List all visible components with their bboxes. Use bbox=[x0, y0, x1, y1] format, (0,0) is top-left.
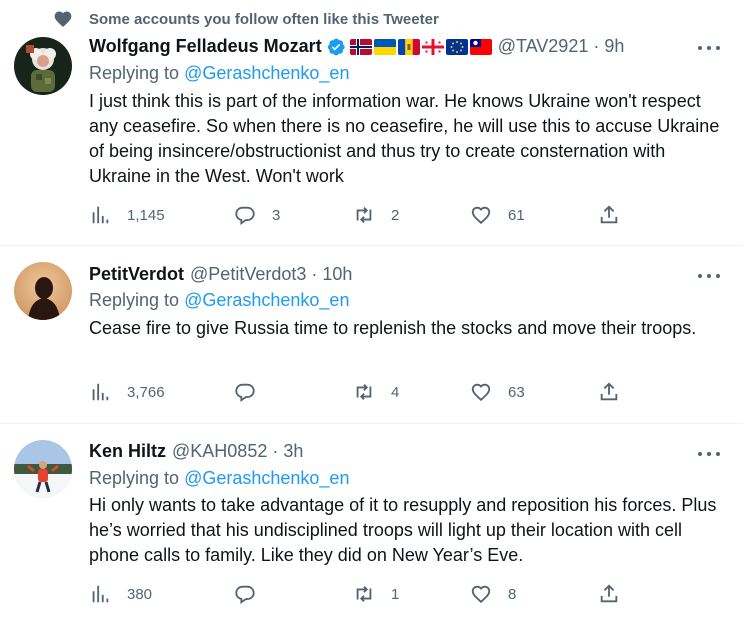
views-button[interactable]: 1,145 bbox=[89, 204, 165, 226]
share-button[interactable] bbox=[598, 381, 620, 403]
like-button[interactable]: 61 bbox=[470, 204, 525, 226]
retweet-icon bbox=[356, 384, 372, 400]
user-handle[interactable]: @PetitVerdot3 bbox=[190, 264, 306, 285]
avatar-image bbox=[14, 262, 72, 320]
like-count: 8 bbox=[508, 585, 517, 603]
tweet-text: I just think this is part of the informa… bbox=[89, 91, 720, 186]
like-button[interactable]: 8 bbox=[470, 583, 516, 605]
avatar[interactable] bbox=[14, 440, 72, 498]
share-button[interactable] bbox=[598, 583, 620, 605]
timestamp[interactable]: 9h bbox=[604, 36, 624, 57]
avatar-image bbox=[14, 440, 72, 498]
timestamp[interactable]: 10h bbox=[322, 264, 352, 285]
replying-to-label: Replying to bbox=[89, 468, 180, 488]
tweet-text: Cease fire to give Russia time to replen… bbox=[89, 318, 697, 338]
flag-eu-icon bbox=[445, 38, 468, 55]
tweet-header: Wolfgang Felladeus Mozart @TAV2921 · 9h bbox=[89, 36, 624, 57]
replying-to-link[interactable]: @Gerashchenko_en bbox=[184, 63, 349, 83]
share-icon bbox=[600, 205, 618, 224]
like-icon bbox=[471, 585, 491, 604]
reply-icon bbox=[235, 585, 255, 605]
flag-ukraine-icon bbox=[373, 38, 396, 55]
display-name[interactable]: PetitVerdot bbox=[89, 264, 184, 285]
verified-icon[interactable] bbox=[326, 37, 346, 57]
reply-button[interactable]: 3 bbox=[234, 204, 280, 226]
separator-dot: · bbox=[593, 36, 600, 56]
heart-icon bbox=[54, 11, 72, 27]
replying-to: Replying to @Gerashchenko_en bbox=[89, 468, 349, 489]
separator-dot: · bbox=[311, 264, 318, 284]
like-button[interactable]: 63 bbox=[470, 381, 525, 403]
action-bar: 3,766 4 63 bbox=[89, 381, 629, 407]
retweet-button[interactable]: 1 bbox=[353, 583, 399, 605]
retweet-icon bbox=[356, 207, 372, 223]
tweet-2[interactable]: PetitVerdot @PetitVerdot3 · 10h Replying… bbox=[0, 246, 743, 424]
share-button[interactable] bbox=[598, 204, 620, 226]
avatar[interactable] bbox=[14, 262, 72, 320]
reply-button[interactable] bbox=[234, 583, 272, 605]
replying-to-link[interactable]: @Gerashchenko_en bbox=[184, 290, 349, 310]
reply-count: 3 bbox=[272, 206, 281, 224]
retweet-button[interactable]: 4 bbox=[353, 381, 399, 403]
display-name[interactable]: Wolfgang Felladeus Mozart bbox=[89, 36, 322, 57]
flag-taiwan-icon bbox=[469, 38, 492, 55]
display-name[interactable]: Ken Hiltz bbox=[89, 441, 166, 462]
views-count: 1,145 bbox=[127, 206, 165, 224]
reply-icon bbox=[235, 206, 255, 226]
share-icon bbox=[600, 584, 618, 603]
views-icon bbox=[92, 585, 109, 603]
action-bar: 380 1 8 bbox=[89, 583, 629, 609]
more-options-icon[interactable] bbox=[698, 450, 720, 458]
views-button[interactable]: 3,766 bbox=[89, 381, 165, 403]
retweet-count: 2 bbox=[391, 206, 400, 224]
views-count: 380 bbox=[127, 585, 153, 603]
avatar-image bbox=[14, 37, 72, 95]
replying-to: Replying to @Gerashchenko_en bbox=[89, 290, 349, 311]
retweet-count: 4 bbox=[391, 383, 400, 401]
views-button[interactable]: 380 bbox=[89, 583, 152, 605]
tweet-1[interactable]: Some accounts you follow often like this… bbox=[0, 0, 743, 246]
views-count: 3,766 bbox=[127, 383, 165, 401]
reply-button[interactable] bbox=[234, 381, 272, 403]
retweet-button[interactable]: 2 bbox=[353, 204, 399, 226]
reply-icon bbox=[235, 383, 255, 403]
replying-to-label: Replying to bbox=[89, 63, 180, 83]
tweet-3[interactable]: Ken Hiltz @KAH0852 · 3h Replying to @Ger… bbox=[0, 424, 743, 618]
replying-to: Replying to @Gerashchenko_en bbox=[89, 63, 349, 84]
share-icon bbox=[600, 382, 618, 401]
more-options-icon[interactable] bbox=[698, 44, 720, 52]
retweet-icon bbox=[356, 586, 372, 602]
replying-to-link[interactable]: @Gerashchenko_en bbox=[184, 468, 349, 488]
flag-emojis bbox=[349, 38, 492, 55]
tweet-header: Ken Hiltz @KAH0852 · 3h bbox=[89, 441, 303, 462]
flag-norway-icon bbox=[349, 38, 372, 55]
avatar[interactable] bbox=[14, 37, 72, 95]
tweet-text: Hi only wants to take advantage of it to… bbox=[89, 495, 717, 565]
tweet-header: PetitVerdot @PetitVerdot3 · 10h bbox=[89, 264, 352, 285]
separator-dot: · bbox=[272, 441, 279, 461]
replying-to-label: Replying to bbox=[89, 290, 180, 310]
retweet-count: 1 bbox=[391, 585, 400, 603]
more-options-icon[interactable] bbox=[698, 272, 720, 280]
like-count: 63 bbox=[508, 383, 525, 401]
timestamp[interactable]: 3h bbox=[283, 441, 303, 462]
social-context-text: Some accounts you follow often like this… bbox=[89, 10, 439, 28]
like-icon bbox=[471, 383, 491, 402]
views-icon bbox=[92, 206, 109, 224]
like-icon bbox=[471, 206, 491, 225]
user-handle[interactable]: @TAV2921 bbox=[498, 36, 589, 57]
like-count: 61 bbox=[508, 206, 525, 224]
views-icon bbox=[92, 383, 109, 401]
flag-moldova-icon bbox=[397, 38, 420, 55]
action-bar: 1,145 3 2 61 bbox=[89, 204, 629, 230]
user-handle[interactable]: @KAH0852 bbox=[172, 441, 267, 462]
flag-georgia-icon bbox=[421, 38, 444, 55]
social-context: Some accounts you follow often like this… bbox=[53, 9, 439, 29]
